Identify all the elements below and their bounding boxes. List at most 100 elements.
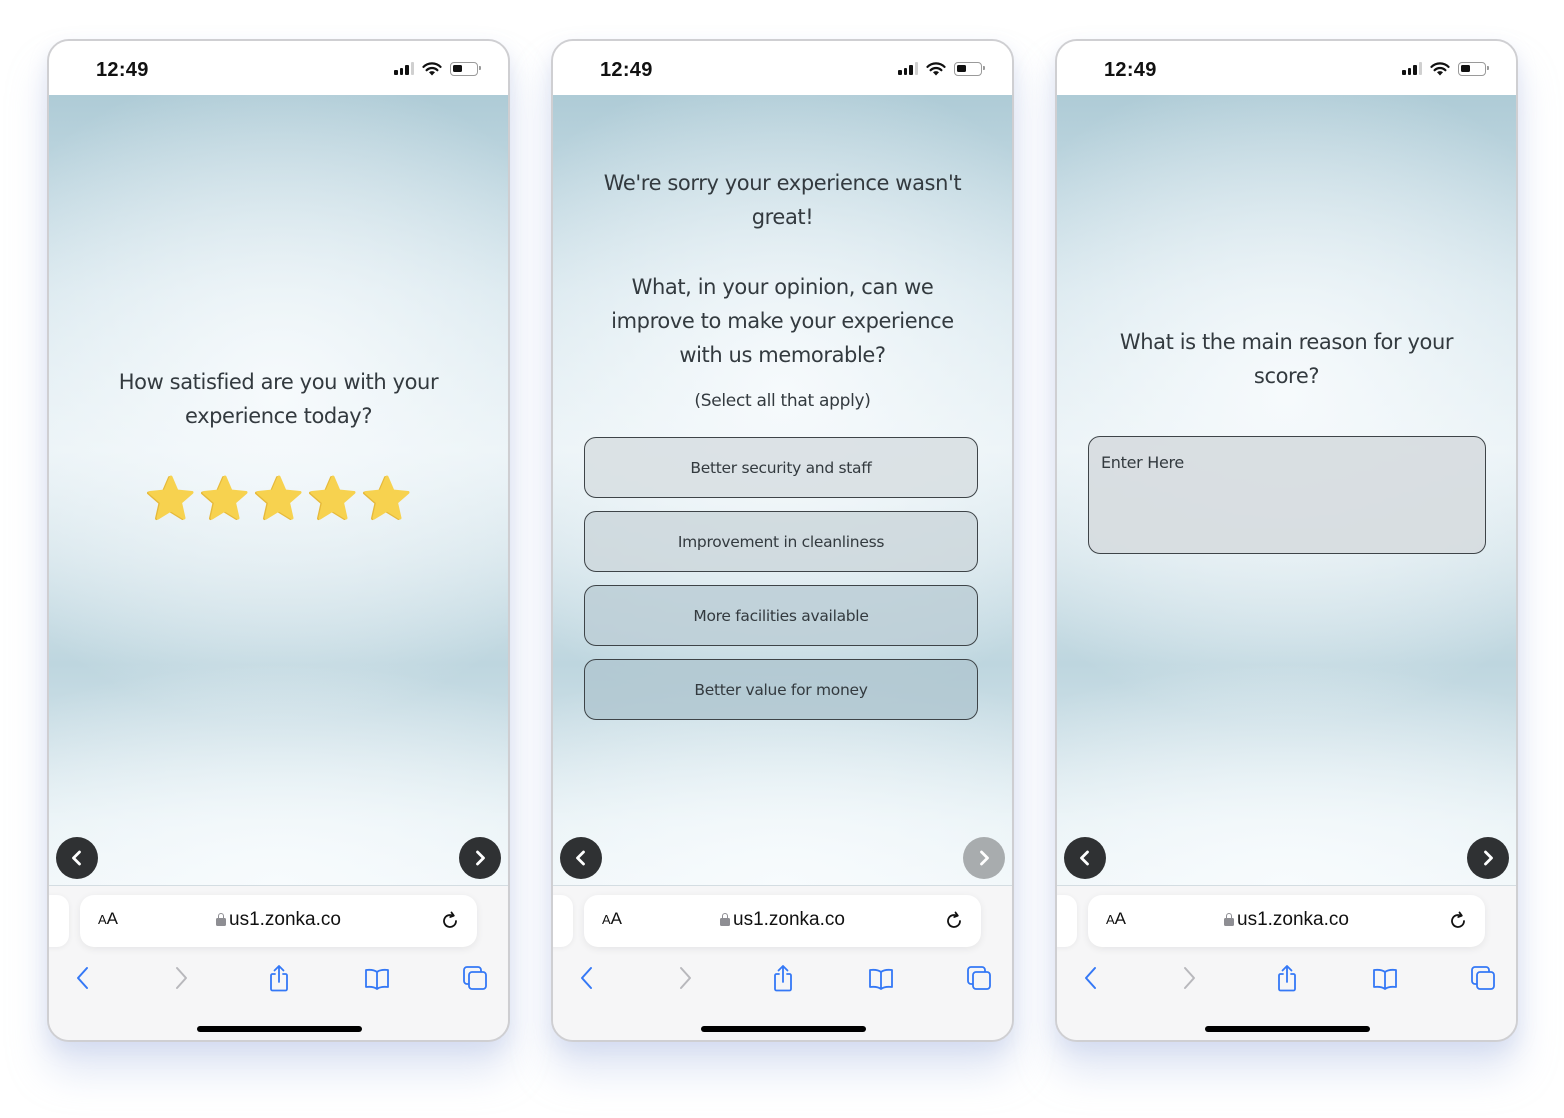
status-bar: 12:49	[49, 41, 508, 95]
tabs-icon	[463, 966, 487, 990]
option-more-facilities[interactable]: More facilities available	[584, 585, 978, 646]
back-icon	[1085, 967, 1096, 989]
url-text: us1.zonka.co	[229, 909, 341, 930]
tabs-icon	[967, 966, 991, 990]
option-better-security[interactable]: Better security and staff	[584, 437, 978, 498]
home-indicator	[701, 1026, 866, 1032]
bookmarks-button[interactable]	[864, 961, 898, 995]
previous-button[interactable]	[56, 837, 98, 879]
address-bar[interactable]: AA us1.zonka.co	[1088, 895, 1485, 947]
chevron-right-icon	[476, 850, 485, 866]
star-rating[interactable]	[49, 474, 508, 522]
url-display[interactable]: us1.zonka.co	[584, 909, 981, 931]
star-icon[interactable]	[254, 474, 303, 522]
previous-button[interactable]	[560, 837, 602, 879]
phone-improvement-screen: 12:49 We're sorry your experience wasn't…	[551, 39, 1014, 1042]
browser-forward-button[interactable]	[164, 961, 198, 995]
url-display[interactable]: us1.zonka.co	[1088, 909, 1485, 931]
forward-icon	[176, 967, 187, 989]
status-time: 12:49	[1104, 59, 1157, 81]
bookmarks-icon	[869, 968, 893, 990]
chevron-left-icon	[576, 850, 585, 866]
back-icon	[581, 967, 592, 989]
lock-icon	[216, 913, 227, 926]
share-button[interactable]	[1270, 961, 1304, 995]
bookmarks-icon	[1373, 968, 1397, 990]
share-button[interactable]	[262, 961, 296, 995]
wifi-icon	[422, 62, 442, 76]
tabs-icon	[1471, 966, 1495, 990]
share-button[interactable]	[766, 961, 800, 995]
safari-toolbar	[553, 961, 1012, 995]
survey-screen: How satisfied are you with your experien…	[49, 95, 508, 886]
share-icon	[1278, 965, 1296, 992]
status-icons	[394, 61, 481, 76]
lock-icon	[1224, 913, 1235, 926]
cellular-signal-icon	[394, 62, 414, 75]
reload-icon[interactable]	[943, 910, 965, 932]
browser-back-button[interactable]	[1074, 961, 1108, 995]
browser-back-button[interactable]	[66, 961, 100, 995]
home-indicator	[197, 1026, 362, 1032]
battery-icon	[450, 61, 481, 76]
previous-tab-preview[interactable]	[49, 895, 69, 947]
reload-icon[interactable]	[1447, 910, 1469, 932]
url-text: us1.zonka.co	[733, 909, 845, 930]
cellular-signal-icon	[898, 62, 918, 75]
battery-icon	[954, 61, 985, 76]
status-icons	[1402, 61, 1489, 76]
tabs-button[interactable]	[458, 961, 492, 995]
previous-button[interactable]	[1064, 837, 1106, 879]
bookmarks-icon	[365, 968, 389, 990]
browser-forward-button[interactable]	[668, 961, 702, 995]
star-icon[interactable]	[146, 474, 195, 522]
share-icon	[270, 965, 288, 992]
address-bar[interactable]: AA us1.zonka.co	[80, 895, 477, 947]
chevron-left-icon	[72, 850, 81, 866]
star-icon[interactable]	[308, 474, 357, 522]
option-list: Better security and staff Improvement in…	[584, 437, 978, 720]
option-cleanliness[interactable]: Improvement in cleanliness	[584, 511, 978, 572]
safari-toolbar	[1057, 961, 1516, 995]
safari-toolbar	[49, 961, 508, 995]
reload-icon[interactable]	[439, 910, 461, 932]
back-icon	[77, 967, 88, 989]
status-time: 12:49	[96, 59, 149, 81]
url-text: us1.zonka.co	[1237, 909, 1349, 930]
tabs-button[interactable]	[962, 961, 996, 995]
phone-rating-screen: 12:49 How satisfied are you with your ex…	[47, 39, 510, 1042]
next-button-disabled[interactable]	[963, 837, 1005, 879]
chevron-right-icon	[1484, 850, 1493, 866]
address-bar[interactable]: AA us1.zonka.co	[584, 895, 981, 947]
chevron-right-icon	[980, 850, 989, 866]
survey-screen: What is the main reason for your score?	[1057, 95, 1516, 886]
star-icon[interactable]	[362, 474, 411, 522]
home-indicator	[1205, 1026, 1370, 1032]
previous-tab-preview[interactable]	[1057, 895, 1077, 947]
survey-instruction: (Select all that apply)	[694, 391, 871, 411]
option-value-for-money[interactable]: Better value for money	[584, 659, 978, 720]
url-display[interactable]: us1.zonka.co	[80, 909, 477, 931]
status-bar: 12:49	[1057, 41, 1516, 95]
safari-bottom-bar: AA us1.zonka.co	[553, 886, 1012, 1040]
survey-question: What is the main reason for your score?	[1119, 330, 1454, 388]
bookmarks-button[interactable]	[360, 961, 394, 995]
survey-question: How satisfied are you with your experien…	[118, 370, 439, 428]
browser-back-button[interactable]	[570, 961, 604, 995]
status-icons	[898, 61, 985, 76]
survey-apology: We're sorry your experience wasn't great…	[603, 171, 962, 229]
tabs-button[interactable]	[1466, 961, 1500, 995]
safari-bottom-bar: AA us1.zonka.co	[1057, 886, 1516, 1040]
next-button[interactable]	[1467, 837, 1509, 879]
star-icon[interactable]	[200, 474, 249, 522]
survey-screen: We're sorry your experience wasn't great…	[553, 95, 1012, 886]
browser-forward-button[interactable]	[1172, 961, 1206, 995]
reason-input[interactable]	[1088, 436, 1486, 554]
bookmarks-button[interactable]	[1368, 961, 1402, 995]
status-time: 12:49	[600, 59, 653, 81]
chevron-left-icon	[1080, 850, 1089, 866]
previous-tab-preview[interactable]	[553, 895, 573, 947]
forward-icon	[680, 967, 691, 989]
next-button[interactable]	[459, 837, 501, 879]
cellular-signal-icon	[1402, 62, 1422, 75]
